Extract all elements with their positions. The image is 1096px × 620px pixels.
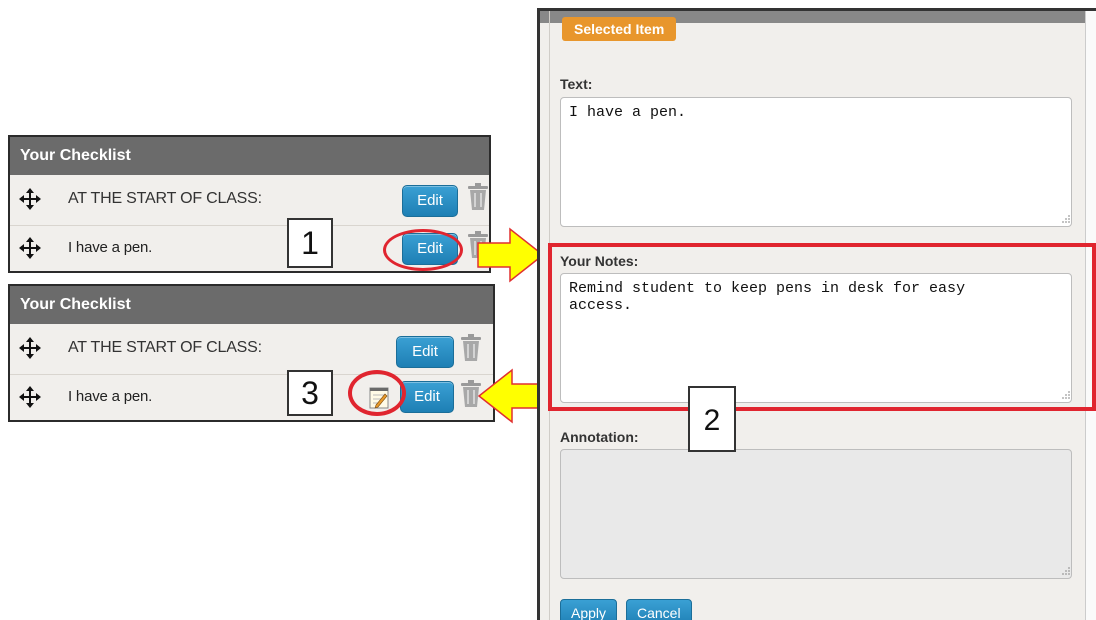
move-icon[interactable] (18, 385, 42, 409)
resize-grip-icon[interactable] (1061, 214, 1071, 224)
list-item: I have a pen. Edit (10, 375, 493, 419)
list-item: AT THE START OF CLASS: Edit (10, 326, 493, 370)
callout-2: 2 (688, 386, 736, 452)
item-label: I have a pen. (68, 388, 153, 405)
edit-button[interactable]: Edit (402, 185, 458, 217)
item-label: AT THE START OF CLASS: (68, 339, 262, 356)
edit-button[interactable]: Edit (400, 381, 454, 413)
callout-3: 3 (287, 370, 333, 416)
annotation-field (560, 449, 1072, 579)
trash-icon[interactable] (460, 334, 482, 362)
checklist-title: Your Checklist (10, 137, 489, 175)
annotation-label: Annotation: (560, 429, 639, 445)
highlight-ring-edit (383, 229, 463, 271)
move-icon[interactable] (18, 187, 42, 211)
highlight-box-notes (548, 243, 1096, 411)
callout-1: 1 (287, 218, 333, 268)
checklist-title: Your Checklist (10, 286, 493, 324)
checklist-panel-bottom: Your Checklist AT THE START OF CLASS: Ed… (8, 284, 495, 422)
text-field[interactable]: I have a pen. (560, 97, 1072, 227)
trash-icon[interactable] (467, 183, 489, 211)
edit-button[interactable]: Edit (396, 336, 454, 368)
list-item: AT THE START OF CLASS: Edit (10, 177, 489, 221)
item-label: I have a pen. (68, 239, 153, 256)
highlight-ring-notes (348, 370, 406, 416)
move-icon[interactable] (18, 336, 42, 360)
arrow-right-icon (477, 227, 545, 283)
apply-button[interactable]: Apply (560, 599, 618, 620)
text-label: Text: (560, 76, 593, 92)
arrow-left-icon (477, 368, 545, 424)
item-label: AT THE START OF CLASS: (68, 190, 262, 207)
selected-item-tag: Selected Item (562, 17, 677, 41)
move-icon[interactable] (18, 236, 42, 260)
resize-grip-icon (1062, 567, 1070, 575)
cancel-button[interactable]: Cancel (626, 599, 692, 620)
